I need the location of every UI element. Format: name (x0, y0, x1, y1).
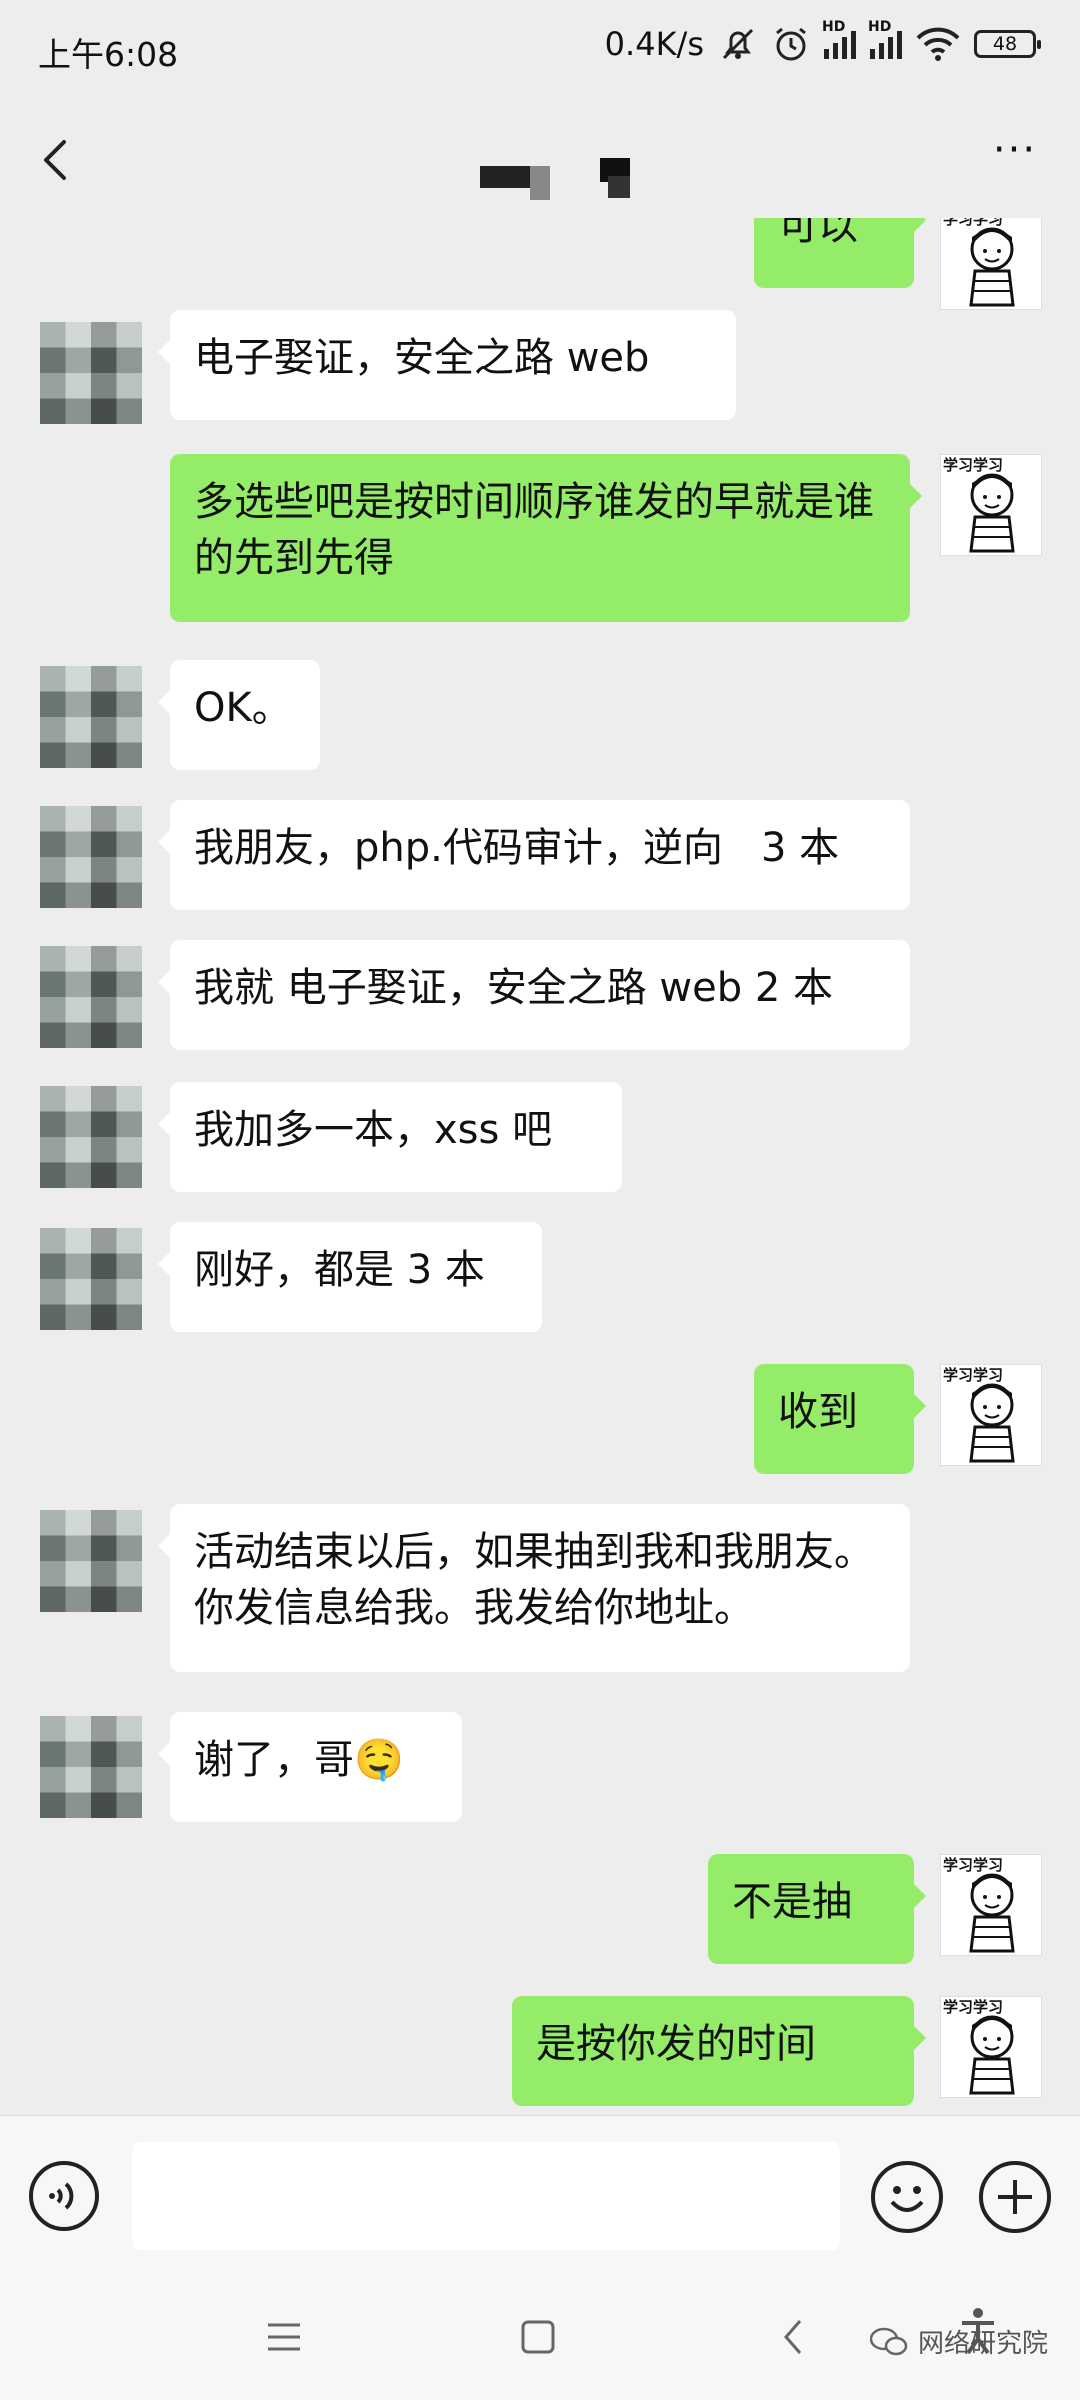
message-bubble[interactable]: 不是抽 (708, 1854, 926, 1964)
contact-name-blurred (480, 158, 650, 200)
my-avatar[interactable]: 学习学习 (940, 454, 1042, 556)
contact-avatar[interactable] (40, 666, 142, 768)
message-text: 我加多一本，xss 吧 (194, 1107, 553, 1153)
wechat-icon (869, 2327, 908, 2355)
message-bubble[interactable]: 我就 电子娶证，安全之路 web 2 本 (158, 940, 910, 1050)
my-avatar[interactable]: 学习学习 (940, 218, 1042, 310)
message-bubble[interactable]: 是按你发的时间 (512, 1996, 926, 2106)
status-bar: 上午6:08 0.4K/s HD HD 48 (0, 0, 1080, 100)
my-avatar[interactable]: 学习学习 (940, 1854, 1042, 1956)
watermark: 网络研究院 (869, 2323, 1048, 2360)
message-text: 谢了，哥 (194, 1737, 354, 1783)
my-avatar[interactable]: 学习学习 (940, 1364, 1042, 1466)
message-input[interactable] (132, 2142, 840, 2250)
status-time: 上午6:08 (38, 35, 179, 74)
voice-icon[interactable] (28, 2160, 100, 2232)
message-text: 是按你发的时间 (536, 2021, 816, 2067)
signal-2-icon: HD (868, 19, 902, 59)
message-text: 不是抽 (732, 1879, 852, 1925)
message-bubble[interactable]: 刚好，都是 3 本 (158, 1222, 542, 1332)
message-text: 活动结束以后，如果抽到我和我朋友。你发信息给我。我发给你地址。 (194, 1529, 874, 1631)
contact-avatar[interactable] (40, 322, 142, 424)
message-bubble[interactable]: 谢了，哥🤤 (158, 1712, 462, 1822)
my-avatar-text: 学习学习 (943, 1366, 1004, 1384)
message-bubble[interactable]: 收到 (754, 1364, 926, 1474)
message-text: OK。 (194, 685, 292, 731)
message-text: 可以 (778, 218, 858, 249)
wifi-icon (916, 27, 960, 61)
message-bubble[interactable]: 多选些吧是按时间顺序谁发的早就是谁的先到先得 (170, 454, 922, 622)
home-icon[interactable] (518, 2317, 558, 2357)
watermark-text: 网络研究院 (917, 2329, 1048, 2359)
message-bubble[interactable]: 活动结束以后，如果抽到我和我朋友。你发信息给我。我发给你地址。 (158, 1504, 910, 1672)
battery-icon: 48 (974, 30, 1041, 58)
input-bar (0, 2115, 1080, 2276)
my-avatar-text: 学习学习 (943, 218, 1004, 228)
status-icons: 0.4K/s HD HD 48 (604, 19, 1041, 64)
message-text: 我就 电子娶证，安全之路 web 2 本 (194, 965, 834, 1011)
mute-bell-icon (722, 28, 754, 60)
contact-avatar[interactable] (40, 1086, 142, 1188)
chevron-left-icon[interactable] (30, 130, 90, 190)
contact-avatar[interactable] (40, 1228, 142, 1330)
my-avatar[interactable]: 学习学习 (940, 1996, 1042, 2098)
net-speed: 0.4K/s (604, 25, 704, 63)
emoji-icon[interactable] (870, 2160, 944, 2234)
more-options-button[interactable]: ··· (980, 130, 1050, 185)
message-text: 多选些吧是按时间顺序谁发的早就是谁的先到先得 (194, 479, 874, 581)
message-text: 我朋友，php.代码审计，逆向 3 本 (194, 825, 840, 871)
contact-avatar[interactable] (40, 806, 142, 908)
chat-message-list[interactable]: 学习学习 可以 电子娶证，安全之路 web 学习学习 多选些吧是按时间顺序谁发的早就是谁… (0, 218, 1080, 2115)
my-avatar-text: 学习学习 (943, 456, 1004, 474)
back-icon[interactable] (778, 2315, 808, 2359)
my-avatar-text: 学习学习 (943, 1856, 1004, 1874)
contact-avatar[interactable] (40, 1510, 142, 1612)
alarm-icon (776, 27, 806, 61)
message-text: 刚好，都是 3 本 (194, 1247, 485, 1293)
message-text: 收到 (778, 1389, 858, 1435)
message-bubble[interactable]: 可以 (754, 218, 926, 288)
message-text: 电子娶证，安全之路 web (194, 335, 650, 381)
signal-1-icon: HD (822, 19, 856, 59)
chat-header: ··· (0, 100, 1080, 230)
system-nav-bar: 网络研究院 (0, 2275, 1080, 2400)
plus-icon[interactable] (978, 2160, 1052, 2234)
message-bubble[interactable]: 我加多一本，xss 吧 (158, 1082, 622, 1192)
more-dots-icon: ··· (992, 127, 1038, 173)
message-bubble[interactable]: 我朋友，php.代码审计，逆向 3 本 (158, 800, 910, 910)
drooling-face-emoji-icon: 🤤 (354, 1737, 404, 1783)
contact-avatar[interactable] (40, 946, 142, 1048)
message-bubble[interactable]: OK。 (158, 660, 320, 770)
contact-avatar[interactable] (40, 1716, 142, 1818)
message-bubble[interactable]: 电子娶证，安全之路 web (158, 310, 736, 420)
menu-icon[interactable] (264, 2319, 304, 2355)
my-avatar-text: 学习学习 (943, 1998, 1004, 2016)
